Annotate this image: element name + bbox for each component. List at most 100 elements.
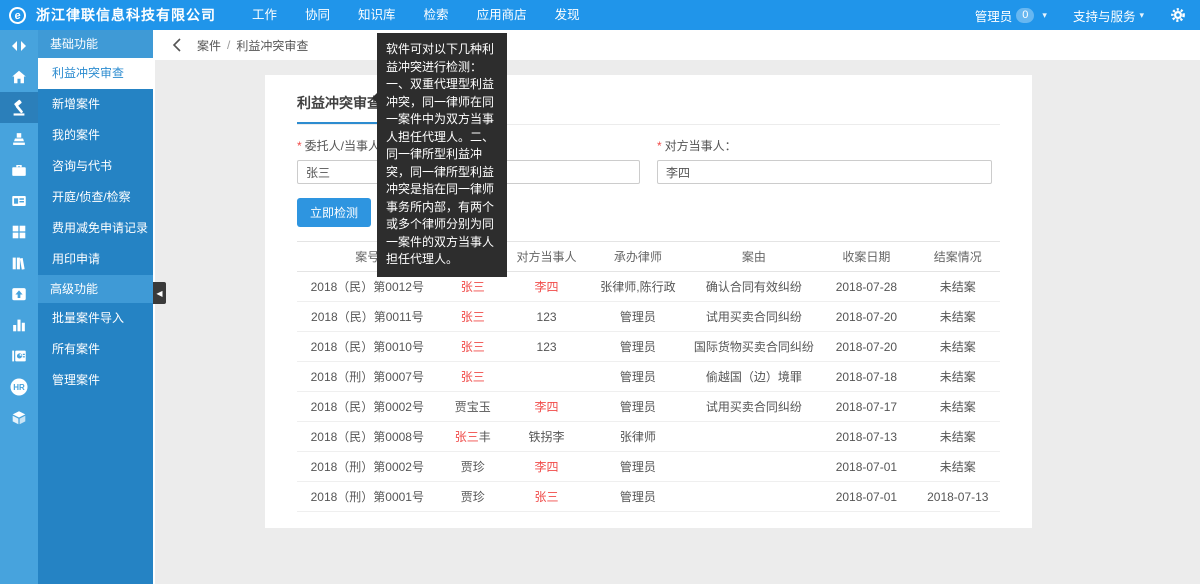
table-row[interactable]: 2018（刑）第0002号贾珍李四管理员2018-07-01未结案 — [297, 452, 1000, 482]
table-cell: 张三 — [508, 482, 585, 512]
user-dropdown[interactable]: 管理员 0 ▾ — [975, 6, 1047, 25]
grid-icon[interactable] — [0, 216, 38, 247]
sidebar-icon-strip: HR — [0, 30, 38, 584]
opponent-field-label: *对方当事人： — [657, 137, 992, 154]
table-cell: 李四 — [508, 392, 585, 422]
sidebar-item[interactable]: 利益冲突审查 — [38, 58, 153, 89]
home-icon[interactable] — [0, 61, 38, 92]
table-cell: 张律师,陈行政 — [585, 272, 690, 302]
table-cell: 试用买卖合同纠纷 — [691, 392, 818, 422]
table-cell: 2018-07-28 — [817, 272, 915, 302]
topbar-menu-item[interactable]: 发现 — [541, 0, 594, 30]
check-now-button[interactable]: 立即检测 — [297, 198, 371, 227]
topbar-menu: 工作协同知识库检索应用商店发现 — [238, 0, 594, 30]
collapse-arrows-icon[interactable] — [0, 30, 38, 61]
table-cell: 123 — [508, 332, 585, 362]
breadcrumb-parent[interactable]: 案件 — [197, 37, 221, 54]
sidebar-item[interactable]: 所有案件 — [38, 334, 153, 365]
table-cell: 管理员 — [585, 362, 690, 392]
column-header: 结案情况 — [916, 242, 1000, 272]
sidebar-item[interactable]: 我的案件 — [38, 120, 153, 151]
table-cell: 未结案 — [916, 422, 1000, 452]
support-label: 支持与服务 — [1073, 6, 1136, 25]
table-body: 2018（民）第0012号张三李四张律师,陈行政确认合同有效纠纷2018-07-… — [297, 272, 1000, 512]
stamp-icon[interactable] — [0, 123, 38, 154]
table-cell: 未结案 — [916, 272, 1000, 302]
table-cell: 2018（民）第0011号 — [297, 302, 438, 332]
table-cell: 贾珍 — [438, 452, 508, 482]
sidebar-item[interactable]: 用印申请 — [38, 244, 153, 275]
sidebar-item[interactable]: 费用减免申请记录 — [38, 213, 153, 244]
table-cell: 未结案 — [916, 302, 1000, 332]
table-row[interactable]: 2018（民）第0008号张三丰铁拐李张律师2018-07-13未结案 — [297, 422, 1000, 452]
table-cell: 管理员 — [585, 452, 690, 482]
table-cell — [691, 452, 818, 482]
chevron-down-icon: ▾ — [1042, 10, 1047, 21]
tooltip-arrow-icon — [372, 93, 377, 103]
table-cell: 偷越国（边）境罪 — [691, 362, 818, 392]
table-cell: 铁拐李 — [508, 422, 585, 452]
library-icon[interactable] — [0, 247, 38, 278]
hr-icon[interactable]: HR — [0, 371, 38, 402]
sidebar-item[interactable]: 批量案件导入 — [38, 303, 153, 334]
table-cell: 2018-07-13 — [916, 482, 1000, 512]
content-area: 利益冲突审查 ! *委托人/当事人： *对方当事人： 立即检测 案号委托人对方当… — [153, 60, 1200, 584]
table-cell: 未结案 — [916, 362, 1000, 392]
sidebar-collapse-tab[interactable]: ◀ — [153, 282, 166, 304]
briefcase-icon[interactable] — [0, 154, 38, 185]
tab-conflict-review[interactable]: 利益冲突审查 — [297, 93, 381, 124]
column-header: 案由 — [691, 242, 818, 272]
table-cell: 2018-07-20 — [817, 302, 915, 332]
table-cell: 2018（民）第0010号 — [297, 332, 438, 362]
bar-chart-icon[interactable] — [0, 309, 38, 340]
sidebar-section-header[interactable]: 基础功能 — [38, 30, 153, 58]
gavel-icon[interactable] — [0, 92, 38, 123]
gear-icon[interactable] — [1170, 7, 1186, 23]
back-chevron-icon[interactable] — [171, 38, 183, 52]
opponent-input[interactable] — [657, 160, 992, 184]
topbar-right: 管理员 0 ▾ 支持与服务 ▾ — [975, 6, 1200, 25]
sidebar-item[interactable]: 开庭/侦查/检察 — [38, 182, 153, 213]
topbar-menu-item[interactable]: 检索 — [410, 0, 463, 30]
sidebar-item[interactable]: 新增案件 — [38, 89, 153, 120]
table-cell — [508, 362, 585, 392]
table-cell: 张律师 — [585, 422, 690, 452]
table-cell: 2018-07-01 — [817, 452, 915, 482]
table-cell: 张三 — [438, 362, 508, 392]
breadcrumb-separator: / — [227, 38, 230, 52]
table-cell: 确认合同有效纠纷 — [691, 272, 818, 302]
sidebar-menu: 基础功能利益冲突审查新增案件我的案件咨询与代书开庭/侦查/检察费用减免申请记录用… — [38, 30, 153, 584]
table-cell: 管理员 — [585, 302, 690, 332]
table-cell: 张三 — [438, 302, 508, 332]
table-cell: 管理员 — [585, 482, 690, 512]
breadcrumb-current: 利益冲突审查 — [236, 37, 308, 54]
table-row[interactable]: 2018（刑）第0007号张三管理员偷越国（边）境罪2018-07-18未结案 — [297, 362, 1000, 392]
support-dropdown[interactable]: 支持与服务 ▾ — [1073, 6, 1144, 25]
sidebar-item[interactable]: 咨询与代书 — [38, 151, 153, 182]
id-card-icon[interactable] — [0, 185, 38, 216]
upload-icon[interactable] — [0, 278, 38, 309]
topbar-menu-item[interactable]: 协同 — [291, 0, 344, 30]
report-icon[interactable] — [0, 340, 38, 371]
topbar-menu-item[interactable]: 知识库 — [344, 0, 410, 30]
table-cell: 2018-07-01 — [817, 482, 915, 512]
sidebar-item[interactable]: 管理案件 — [38, 365, 153, 396]
table-row[interactable]: 2018（民）第0010号张三123管理员国际货物买卖合同纠纷2018-07-2… — [297, 332, 1000, 362]
table-cell: 张三丰 — [438, 422, 508, 452]
company-logo-icon: e — [7, 5, 27, 25]
cube-icon[interactable] — [0, 402, 38, 433]
notification-badge: 0 — [1016, 8, 1034, 23]
opponent-field-group: *对方当事人： — [657, 137, 992, 184]
table-row[interactable]: 2018（民）第0002号贾宝玉李四管理员试用买卖合同纠纷2018-07-17未… — [297, 392, 1000, 422]
table-cell: 国际货物买卖合同纠纷 — [691, 332, 818, 362]
sidebar-section-header[interactable]: 高级功能 — [38, 275, 153, 303]
table-cell: 2018（刑）第0001号 — [297, 482, 438, 512]
topbar-menu-item[interactable]: 工作 — [238, 0, 291, 30]
table-cell: 李四 — [508, 272, 585, 302]
table-row[interactable]: 2018（刑）第0001号贾珍张三管理员2018-07-012018-07-13 — [297, 482, 1000, 512]
column-header: 收案日期 — [817, 242, 915, 272]
table-cell: 张三 — [438, 332, 508, 362]
table-cell: 2018（刑）第0007号 — [297, 362, 438, 392]
table-row[interactable]: 2018（民）第0011号张三123管理员试用买卖合同纠纷2018-07-20未… — [297, 302, 1000, 332]
topbar-menu-item[interactable]: 应用商店 — [463, 0, 541, 30]
